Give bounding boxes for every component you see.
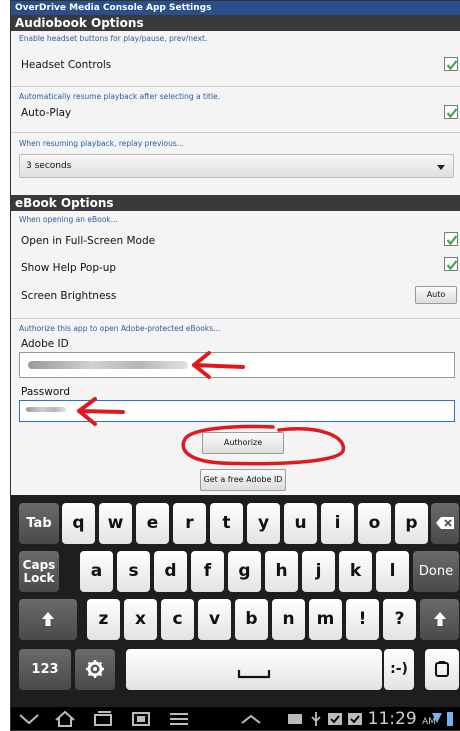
calendar-done-icon	[348, 713, 362, 725]
replay-duration-dropdown[interactable]: 3 seconds	[19, 154, 454, 178]
battery-icon	[447, 712, 453, 726]
space-bar[interactable]	[126, 649, 382, 690]
replay-hint: When resuming playback, replay previous.…	[19, 139, 184, 148]
key-c[interactable]: c	[161, 599, 194, 640]
screenshot-icon[interactable]	[129, 710, 153, 728]
key-l[interactable]: l	[376, 551, 409, 592]
key-s[interactable]: s	[117, 551, 150, 592]
key-v[interactable]: v	[198, 599, 231, 640]
key-q[interactable]: q	[62, 503, 95, 544]
red-circle-authorize	[181, 424, 346, 466]
dropdown-arrow-icon	[437, 165, 445, 170]
smiley-key[interactable]: :-)	[384, 649, 414, 690]
key-t[interactable]: t	[210, 503, 243, 544]
key-m[interactable]: m	[309, 599, 342, 640]
key-x[interactable]: x	[124, 599, 157, 640]
check-icon	[446, 260, 458, 271]
key-e[interactable]: e	[136, 503, 169, 544]
audiobook-section-header: Audiobook Options	[11, 15, 460, 31]
headset-controls-label: Headset Controls	[21, 59, 112, 71]
recent-apps-icon[interactable]	[91, 710, 115, 728]
shift-arrow-icon	[433, 612, 446, 626]
annotation-overlay	[77, 351, 346, 466]
key-r[interactable]: r	[173, 503, 206, 544]
key-j[interactable]: j	[302, 551, 335, 592]
fullscreen-label: Open in Full-Screen Mode	[21, 235, 156, 247]
key-exclamation[interactable]: !	[346, 599, 379, 640]
key-z[interactable]: z	[87, 599, 120, 640]
key-n[interactable]: n	[272, 599, 305, 640]
download-done-icon	[328, 713, 342, 725]
key-d[interactable]: d	[154, 551, 187, 592]
authorize-hint: Authorize this app to open Adobe-protect…	[19, 324, 221, 333]
key-g[interactable]: g	[228, 551, 261, 592]
app-title: OverDrive Media Console App Settings	[11, 1, 460, 15]
key-h[interactable]: h	[265, 551, 298, 592]
help-popup-label: Show Help Pop-up	[21, 262, 117, 274]
wifi-signal-icon	[432, 713, 442, 723]
key-o[interactable]: o	[358, 503, 391, 544]
clock-time: 11:29	[367, 709, 417, 729]
settings-screen: OverDrive Media Console App Settings Aud…	[10, 0, 460, 731]
divider	[11, 132, 460, 133]
shift-key-right[interactable]	[420, 599, 459, 640]
check-icon	[446, 60, 458, 71]
get-adobe-id-button[interactable]: Get a free Adobe ID	[200, 469, 286, 491]
check-icon	[446, 108, 458, 119]
headset-hint: Enable headset buttons for play/pause, p…	[19, 34, 208, 43]
back-chevron-icon[interactable]	[17, 710, 41, 728]
system-navigation-bar: 11:29 AM	[11, 707, 460, 730]
backspace-icon	[436, 517, 454, 529]
keyboard-status-icon	[288, 714, 302, 724]
menu-icon[interactable]	[167, 710, 191, 728]
clipboard-icon	[435, 661, 449, 677]
caps-label-bottom: Lock	[23, 571, 55, 585]
key-p[interactable]: p	[395, 503, 428, 544]
autoplay-hint: Automatically resume playback after sele…	[19, 92, 221, 101]
shift-key-left[interactable]	[19, 599, 77, 640]
autoplay-checkbox[interactable]	[444, 105, 458, 119]
key-f[interactable]: f	[191, 551, 224, 592]
headset-controls-checkbox[interactable]	[444, 57, 458, 71]
numbers-key[interactable]: 123	[19, 649, 71, 690]
gear-icon	[86, 660, 104, 678]
divider	[11, 86, 460, 87]
key-w[interactable]: w	[99, 503, 132, 544]
caps-lock-key[interactable]: Caps Lock	[19, 551, 59, 592]
shift-arrow-icon	[42, 612, 54, 626]
key-a[interactable]: a	[80, 551, 113, 592]
brightness-label: Screen Brightness	[21, 290, 117, 302]
brightness-auto-button[interactable]: Auto	[415, 286, 457, 304]
expand-up-icon[interactable]	[239, 710, 263, 728]
usb-icon	[311, 712, 321, 726]
red-arrow-password	[77, 397, 125, 426]
autoplay-label: Auto-Play	[21, 107, 72, 119]
fullscreen-checkbox[interactable]	[444, 232, 458, 246]
key-b[interactable]: b	[235, 599, 268, 640]
clipboard-key[interactable]	[425, 649, 459, 690]
help-popup-checkbox[interactable]	[444, 257, 458, 271]
backspace-key[interactable]	[431, 503, 459, 544]
home-icon[interactable]	[53, 710, 77, 728]
on-screen-keyboard: Tab q w e r t y u i o p Caps Lock a s d …	[11, 495, 460, 707]
tab-key[interactable]: Tab	[19, 503, 59, 544]
space-icon	[237, 670, 271, 679]
check-icon	[446, 235, 458, 246]
settings-key[interactable]	[75, 649, 115, 690]
key-u[interactable]: u	[284, 503, 317, 544]
opening-hint: When opening an eBook...	[19, 215, 118, 224]
replay-duration-value: 3 seconds	[26, 161, 72, 171]
red-arrow-adobe-id	[192, 351, 245, 379]
status-clock: 11:29 AM	[368, 709, 436, 729]
key-y[interactable]: y	[247, 503, 280, 544]
done-key[interactable]: Done	[413, 551, 459, 592]
key-k[interactable]: k	[339, 551, 372, 592]
key-i[interactable]: i	[321, 503, 354, 544]
ebook-section-header: eBook Options	[11, 195, 460, 211]
key-question[interactable]: ?	[383, 599, 416, 640]
divider	[11, 318, 460, 319]
